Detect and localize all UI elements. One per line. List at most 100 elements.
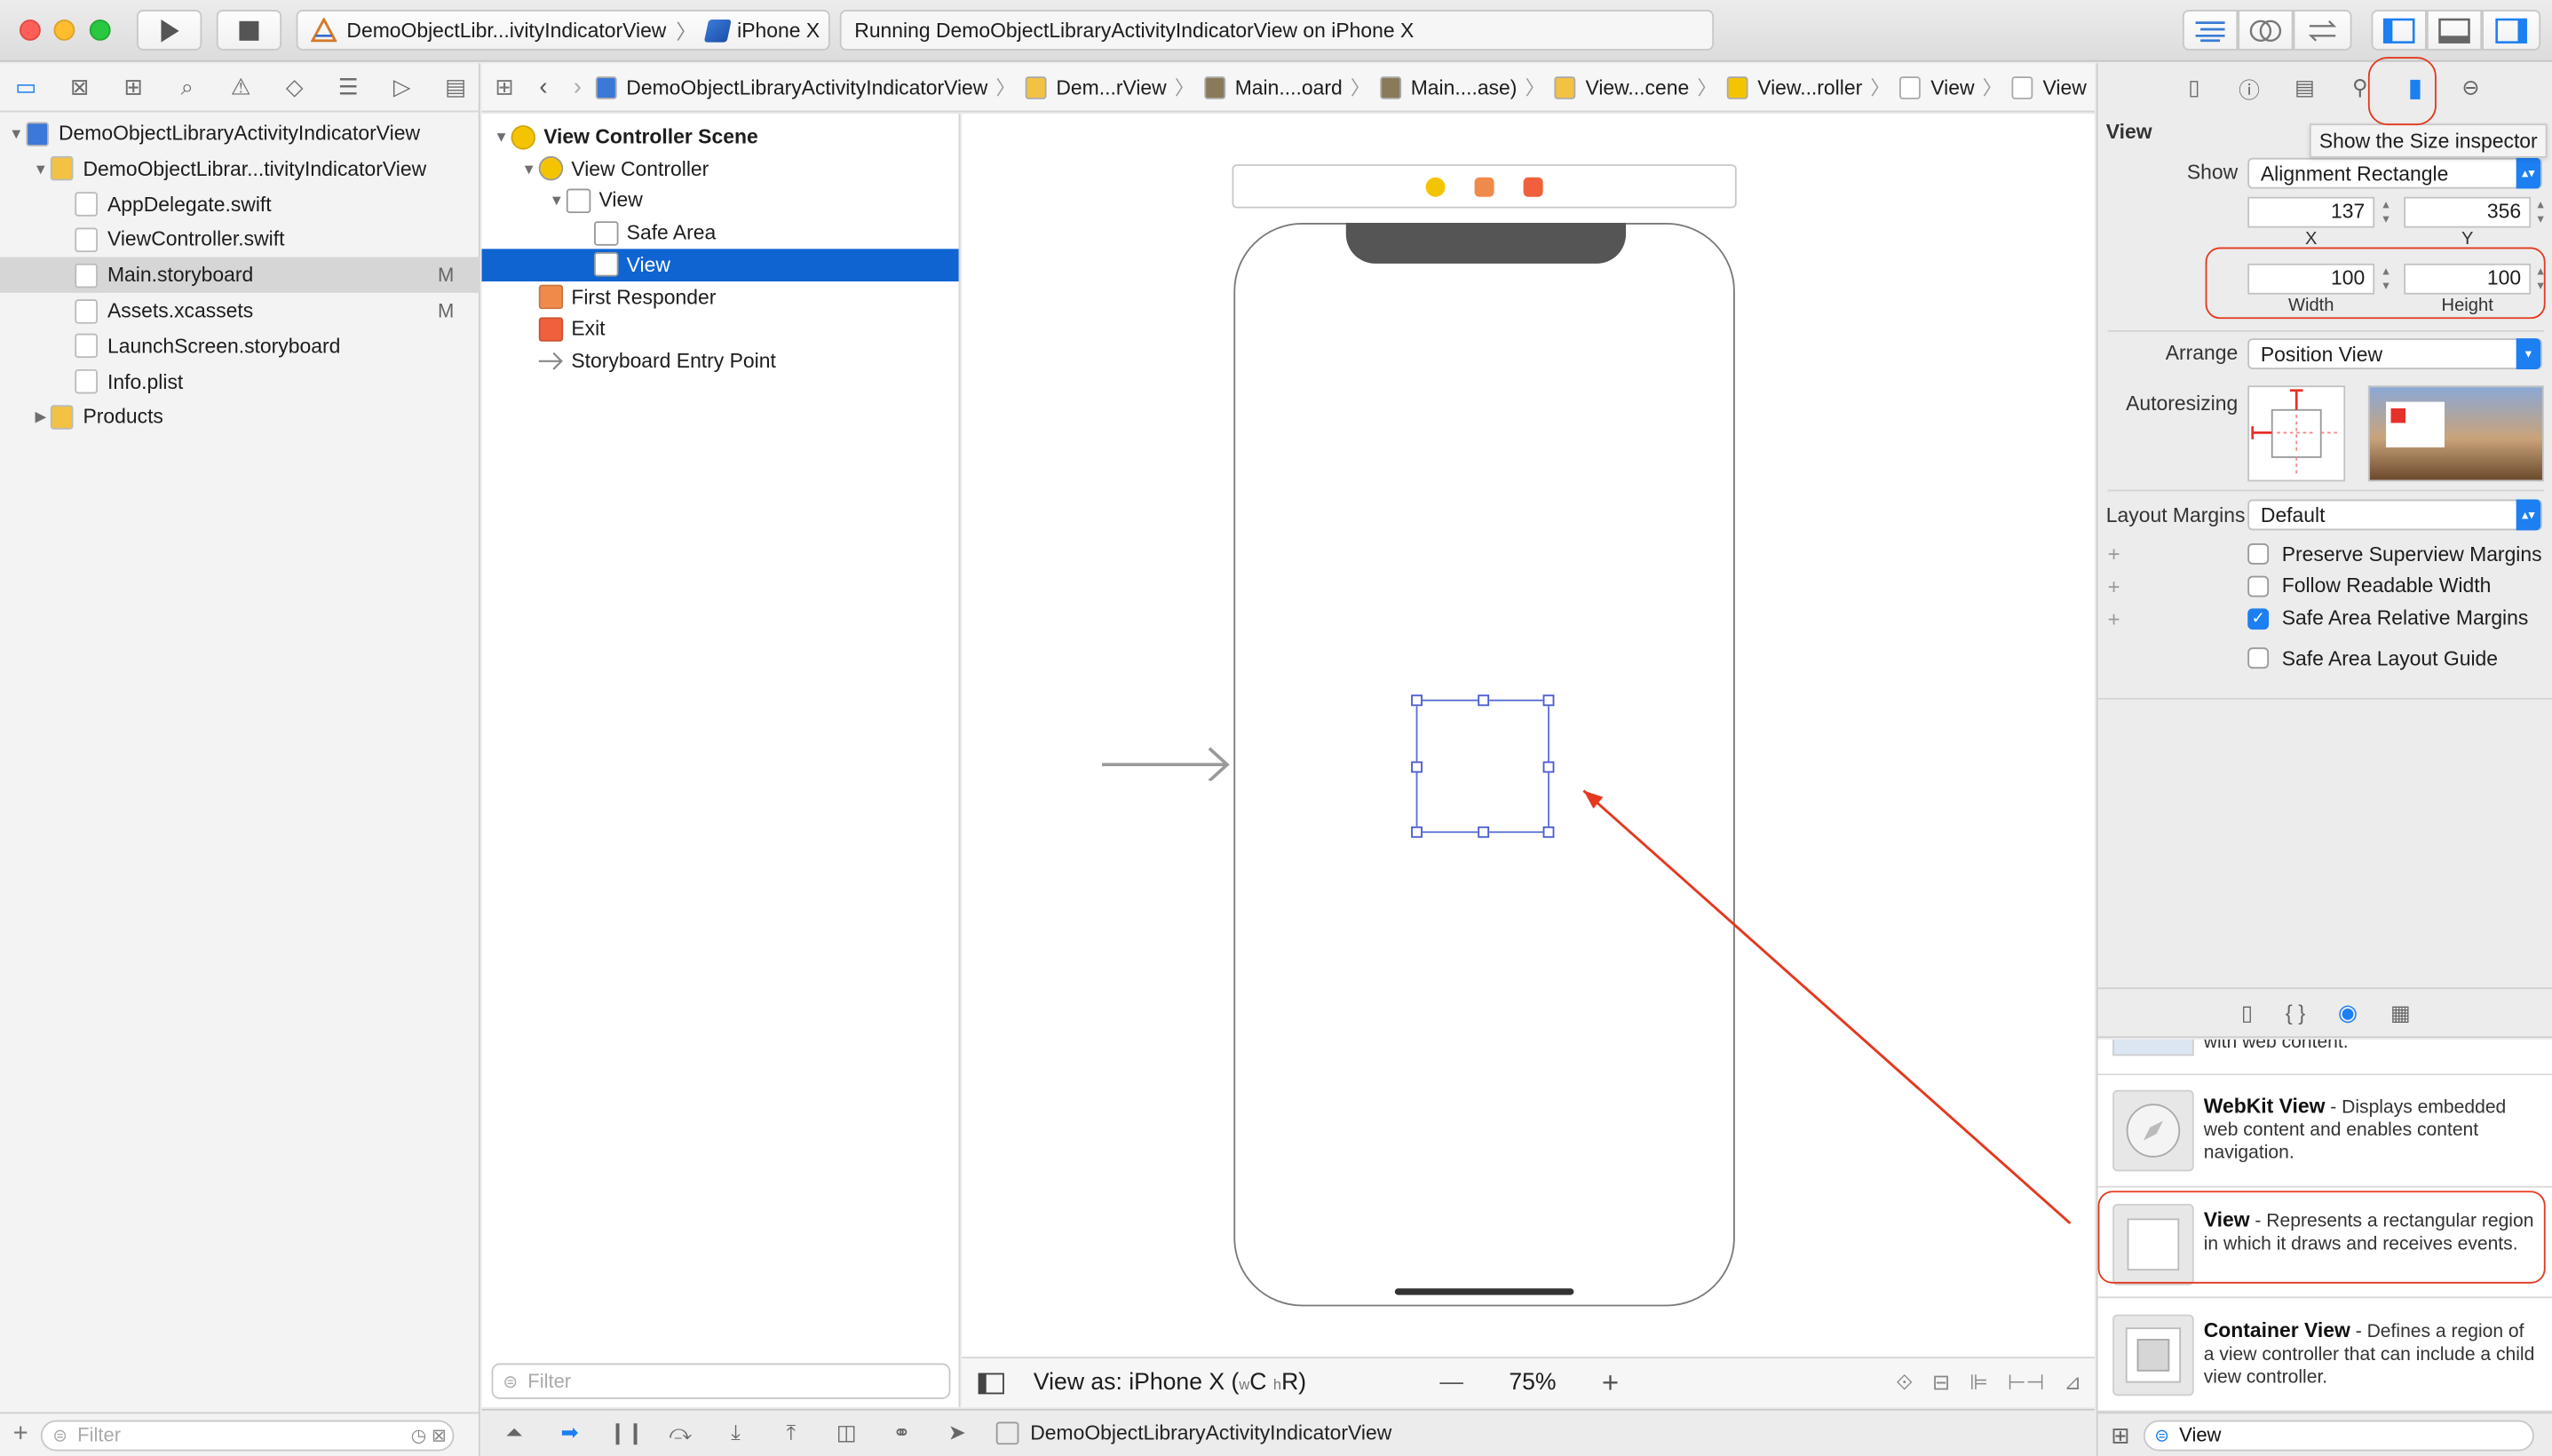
y-stepper[interactable]: ▴ ▾: [2532, 197, 2548, 228]
pause-icon[interactable]: ❙❙: [609, 1420, 645, 1446]
debug-navigator-icon[interactable]: ☰: [330, 73, 366, 100]
version-editor-button[interactable]: [2293, 9, 2352, 51]
object-library-icon[interactable]: ◉: [2338, 999, 2358, 1026]
close-window-button[interactable]: [19, 19, 41, 41]
resize-handle[interactable]: [1411, 826, 1423, 838]
resize-handle[interactable]: [1542, 694, 1555, 707]
disclosure-triangle-icon[interactable]: ▼: [519, 161, 539, 177]
disclosure-triangle-icon[interactable]: ▼: [547, 193, 567, 209]
navigator-item[interactable]: Assets.xcassets M: [0, 293, 480, 328]
breadcrumb-item[interactable]: Dem...rView: [1025, 75, 1167, 99]
simulate-location-icon[interactable]: ➤: [940, 1420, 973, 1446]
navigator-item[interactable]: LaunchScreen.storyboard: [0, 328, 480, 364]
file-templates-icon[interactable]: ▯: [2241, 1000, 2253, 1025]
storyboard-canvas[interactable]: View as: iPhone X (wC hR) — 75% + ⟐ ⊟ ⊫ …: [962, 114, 2095, 1408]
outline-item[interactable]: Exit: [482, 313, 959, 345]
outline-item[interactable]: Safe Area: [482, 217, 959, 249]
disclosure-triangle-icon[interactable]: ▶: [31, 408, 51, 426]
show-popup[interactable]: Alignment Rectangle ▴▾: [2247, 157, 2542, 189]
forward-arrow-icon[interactable]: ›: [559, 73, 595, 100]
resize-handle[interactable]: [1478, 826, 1490, 838]
resolve-layout-icon[interactable]: ⊿: [2064, 1370, 2081, 1396]
outline-item[interactable]: ▼ View Controller Scene: [482, 121, 959, 154]
library-search-field[interactable]: ⊜ View: [2143, 1419, 2534, 1451]
assistant-editor-button[interactable]: [2238, 9, 2294, 51]
symbol-navigator-icon[interactable]: ⊞: [115, 73, 151, 100]
resize-handle[interactable]: [1542, 761, 1555, 773]
report-navigator-icon[interactable]: ▤: [438, 73, 473, 100]
add-variation-icon[interactable]: +: [2108, 574, 2120, 597]
breakpoints-toggle-icon[interactable]: ➡: [553, 1420, 586, 1446]
connections-inspector-icon[interactable]: ⊖: [2453, 70, 2488, 106]
height-field[interactable]: 100: [2404, 263, 2532, 295]
navigator-item[interactable]: Main.storyboard M: [0, 257, 480, 294]
checkbox[interactable]: [2247, 543, 2270, 565]
quick-help-icon[interactable]: ⓘ: [2231, 70, 2267, 106]
library-item[interactable]: WebKit View - Displays embedded web cont…: [2097, 1075, 2552, 1188]
toggle-inspector-button[interactable]: [2482, 9, 2541, 51]
attributes-inspector-icon[interactable]: ⚲: [2342, 70, 2378, 106]
related-items-icon[interactable]: ⊞: [482, 73, 527, 100]
file-inspector-icon[interactable]: ▯: [2176, 70, 2212, 106]
breadcrumb-item[interactable]: View...roller: [1726, 75, 1862, 99]
outline-item[interactable]: ▼ View: [482, 185, 959, 218]
x-stepper[interactable]: ▴ ▾: [2378, 197, 2394, 228]
breadcrumb-item[interactable]: View: [1899, 75, 1975, 99]
checkbox[interactable]: ✓: [2247, 607, 2270, 629]
checkbox[interactable]: [2247, 575, 2270, 597]
breadcrumb-item[interactable]: DemoObjectLibraryActivityIndicatorView: [595, 75, 987, 99]
navigator-item[interactable]: ▶ Products: [0, 400, 480, 435]
breadcrumb-item[interactable]: Main....ase): [1379, 75, 1517, 99]
grid-view-icon[interactable]: ⊞: [2111, 1421, 2130, 1449]
memory-graph-icon[interactable]: ⚭: [885, 1420, 918, 1446]
resize-handle[interactable]: [1542, 826, 1555, 838]
x-field[interactable]: 137: [2247, 196, 2375, 228]
align-icon[interactable]: ⊫: [1969, 1370, 1988, 1396]
hide-debug-area-icon[interactable]: ⏶: [498, 1420, 531, 1446]
autoresizing-mask-editor[interactable]: [2247, 385, 2346, 482]
embed-in-stack-icon[interactable]: ⊟: [1932, 1370, 1950, 1396]
breadcrumb-item[interactable]: Main....oard: [1203, 75, 1343, 99]
resize-handle[interactable]: [1411, 761, 1423, 773]
resize-handle[interactable]: [1478, 694, 1490, 707]
code-snippets-icon[interactable]: { }: [2286, 1001, 2306, 1025]
source-control-navigator-icon[interactable]: ⊠: [62, 73, 98, 100]
view-debugger-icon[interactable]: ◫: [830, 1420, 863, 1446]
layout-margins-popup[interactable]: Default ▴▾: [2247, 499, 2542, 531]
outline-item[interactable]: View: [481, 248, 959, 281]
scheme-selector[interactable]: DemoObjectLibr...ivityIndicatorView 〉 iP…: [296, 9, 830, 51]
navigator-item[interactable]: ▼ DemoObjectLibraryActivityIndicatorView: [0, 115, 480, 151]
find-navigator-icon[interactable]: ⌕: [170, 73, 205, 100]
breadcrumb-item[interactable]: View: [2011, 75, 2087, 99]
exit-dock-icon[interactable]: [1523, 176, 1543, 196]
disclosure-triangle-icon[interactable]: ▼: [492, 129, 511, 145]
width-stepper[interactable]: ▴ ▾: [2378, 264, 2394, 295]
resize-handle[interactable]: [1411, 694, 1423, 707]
first-responder-dock-icon[interactable]: [1474, 176, 1494, 196]
navigator-item[interactable]: Info.plist: [0, 364, 480, 400]
standard-editor-button[interactable]: [2182, 9, 2239, 51]
disclosure-triangle-icon[interactable]: ▼: [31, 161, 51, 177]
zoom-in-button[interactable]: +: [1602, 1365, 1619, 1399]
navigator-item[interactable]: ▼ DemoObjectLibrar...tivityIndicatorView: [0, 151, 480, 186]
library-item[interactable]: View - Represents a rectangular region i…: [2097, 1189, 2552, 1299]
issue-navigator-icon[interactable]: ⚠: [223, 73, 258, 100]
step-over-icon[interactable]: ⤼: [664, 1420, 697, 1446]
library-item-partial[interactable]: with web content.: [2097, 1039, 2552, 1076]
checkbox[interactable]: [2247, 648, 2270, 669]
y-field[interactable]: 356: [2404, 196, 2532, 228]
toggle-outline-icon[interactable]: [978, 1372, 1004, 1394]
storyboard-entry-arrow-icon[interactable]: [1101, 742, 1232, 781]
library-item[interactable]: Container View - Defines a region of a v…: [2097, 1300, 2552, 1412]
add-variation-icon[interactable]: +: [2108, 542, 2120, 566]
arrange-popup[interactable]: Position View ▾: [2247, 338, 2542, 369]
breakpoint-navigator-icon[interactable]: ▷: [384, 73, 420, 100]
update-frames-icon[interactable]: ⟐: [1896, 1370, 1913, 1396]
add-constraints-icon[interactable]: ⊢⊣: [2008, 1370, 2045, 1396]
outline-filter-field[interactable]: ⊜ Filter: [491, 1363, 951, 1399]
test-navigator-icon[interactable]: ◇: [277, 73, 313, 100]
size-inspector-icon[interactable]: ▮: [2397, 70, 2433, 106]
add-variation-icon[interactable]: +: [2108, 606, 2120, 630]
stop-button[interactable]: [216, 9, 282, 51]
zoom-out-button[interactable]: —: [1439, 1370, 1463, 1396]
